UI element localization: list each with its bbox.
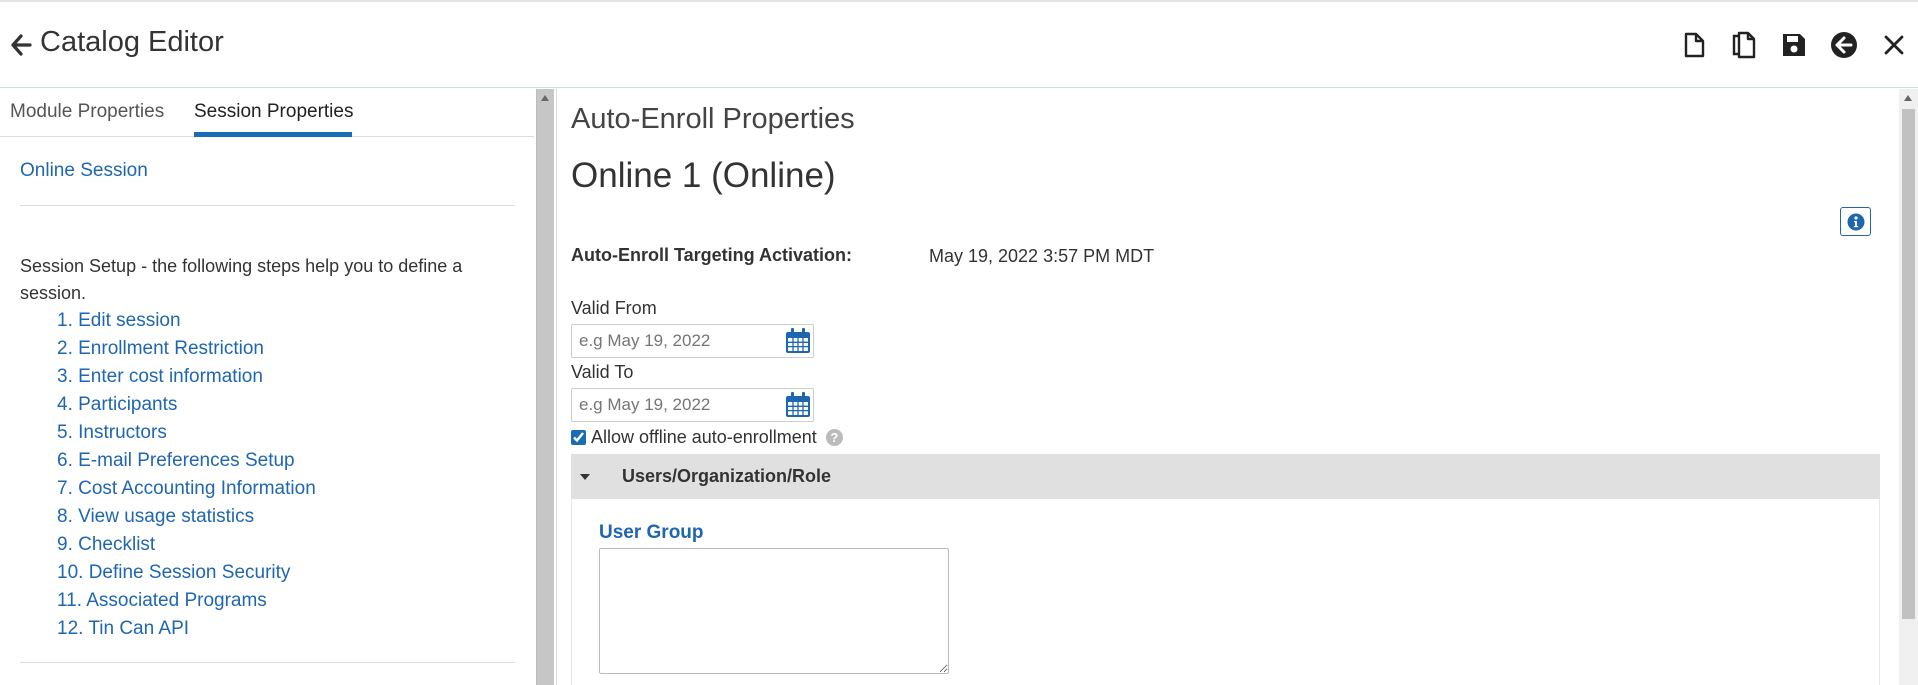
caret-down-icon xyxy=(580,474,590,480)
divider xyxy=(20,662,515,663)
help-icon[interactable]: ? xyxy=(825,429,843,446)
step-participants[interactable]: 4. Participants xyxy=(57,391,316,419)
session-title: Online 1 (Online) xyxy=(571,156,836,195)
copy-icon xyxy=(1732,31,1756,59)
vertical-scrollbar[interactable] xyxy=(1899,89,1918,685)
info-icon xyxy=(1847,213,1864,230)
back-arrow-icon[interactable] xyxy=(10,32,32,58)
activation-value: May 19, 2022 3:57 PM MDT xyxy=(929,246,1155,266)
calendar-icon[interactable] xyxy=(784,391,812,419)
divider xyxy=(20,205,515,206)
step-tin-can-api[interactable]: 12. Tin Can API xyxy=(57,615,316,643)
step-cost-accounting[interactable]: 7. Cost Accounting Information xyxy=(57,475,316,503)
activation-label: Auto-Enroll Targeting Activation: xyxy=(571,245,852,265)
close-button[interactable] xyxy=(1879,30,1909,60)
tab-session-properties[interactable]: Session Properties xyxy=(194,101,353,123)
section-title: Auto-Enroll Properties xyxy=(571,103,855,135)
step-edit-session[interactable]: 1. Edit session xyxy=(57,307,316,335)
session-setup-text: Session Setup - the following steps help… xyxy=(20,256,463,303)
online-session-link[interactable]: Online Session xyxy=(20,160,148,182)
info-button[interactable] xyxy=(1840,207,1871,236)
scroll-up-arrow-icon[interactable] xyxy=(1904,95,1912,101)
left-panel: Module Properties Session Properties Onl… xyxy=(0,89,534,685)
valid-to-input[interactable] xyxy=(571,388,814,422)
page-title: Catalog Editor xyxy=(40,26,224,58)
user-group-label[interactable]: User Group xyxy=(599,522,704,544)
accordion-body: User Group xyxy=(571,499,1880,685)
step-associated-programs[interactable]: 11. Associated Programs xyxy=(57,587,316,615)
accordion-label: Users/Organization/Role xyxy=(622,466,832,486)
step-cost-information[interactable]: 3. Enter cost information xyxy=(57,363,316,391)
offline-auto-enrollment-label[interactable]: Allow offline auto-enrollment xyxy=(591,427,817,448)
tab-module-properties[interactable]: Module Properties xyxy=(10,101,164,123)
new-document-icon xyxy=(1684,32,1705,58)
scrollbar-thumb[interactable] xyxy=(1902,109,1915,619)
step-email-preferences[interactable]: 6. E-mail Preferences Setup xyxy=(57,447,316,475)
back-circle-icon xyxy=(1831,32,1857,58)
save-button[interactable] xyxy=(1779,30,1809,60)
valid-to-label: Valid To xyxy=(571,362,634,382)
scroll-up-arrow-icon[interactable] xyxy=(541,95,549,101)
panel-splitter[interactable] xyxy=(536,89,554,685)
valid-from-label: Valid From xyxy=(571,298,657,318)
active-tab-indicator xyxy=(194,132,352,137)
calendar-icon[interactable] xyxy=(784,327,812,355)
user-group-textarea[interactable] xyxy=(599,548,949,674)
step-usage-statistics[interactable]: 8. View usage statistics xyxy=(57,503,316,531)
step-instructors[interactable]: 5. Instructors xyxy=(57,419,316,447)
users-organization-role-accordion[interactable]: Users/Organization/Role xyxy=(571,454,1880,499)
valid-from-input[interactable] xyxy=(571,324,814,358)
main-panel: Auto-Enroll Properties Online 1 (Online)… xyxy=(556,89,1899,685)
offline-auto-enrollment-checkbox[interactable] xyxy=(571,430,586,445)
step-checklist[interactable]: 9. Checklist xyxy=(57,531,316,559)
new-document-button[interactable] xyxy=(1679,30,1709,60)
copy-button[interactable] xyxy=(1729,30,1759,60)
property-tabs: Module Properties Session Properties xyxy=(0,89,534,137)
setup-steps-list: 1. Edit session 2. Enrollment Restrictio… xyxy=(57,307,316,643)
step-enrollment-restriction[interactable]: 2. Enrollment Restriction xyxy=(57,335,316,363)
step-session-security[interactable]: 10. Define Session Security xyxy=(57,559,316,587)
app-header: Catalog Editor xyxy=(0,2,1918,88)
save-icon xyxy=(1783,34,1805,56)
offline-auto-enrollment-row: Allow offline auto-enrollment ? xyxy=(571,427,843,448)
back-button[interactable] xyxy=(1829,30,1859,60)
close-icon xyxy=(1884,35,1904,55)
